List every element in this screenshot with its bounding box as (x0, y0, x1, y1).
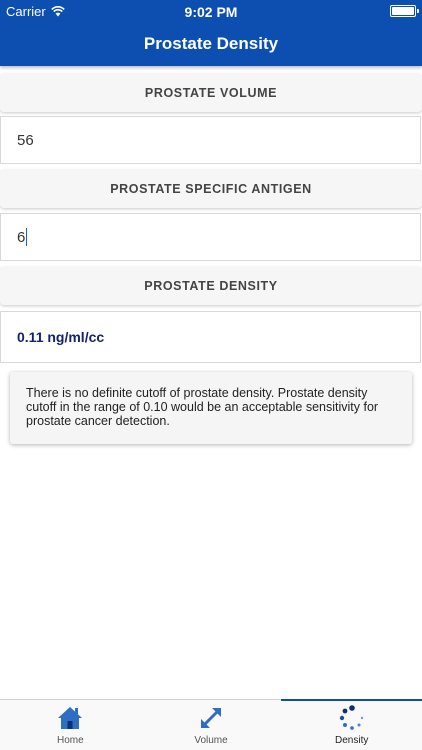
tab-density-label: Density (335, 735, 369, 746)
density-section-header: PROSTATE DENSITY (0, 267, 422, 305)
battery-icon (390, 5, 419, 17)
text-cursor (26, 228, 28, 246)
tab-density[interactable]: Density (281, 699, 422, 750)
psa-section-header: PROSTATE SPECIFIC ANTIGEN (0, 170, 422, 208)
expand-arrows-icon (201, 708, 221, 728)
dotted-spinner-icon (339, 705, 363, 730)
volume-section-header: PROSTATE VOLUME (0, 74, 422, 112)
active-tab-indicator (281, 699, 422, 701)
tab-home[interactable]: Home (0, 700, 141, 750)
volume-field[interactable] (0, 116, 421, 164)
psa-field[interactable]: 6 (0, 213, 421, 261)
density-result: 0.11 ng/ml/cc (0, 311, 421, 363)
tab-home-label: Home (56, 735, 84, 746)
status-bar: Carrier 9:02 PM (0, 0, 422, 22)
page-title: Prostate Density (143, 34, 279, 53)
psa-input[interactable]: 6 (17, 229, 25, 246)
home-icon (58, 707, 83, 729)
tab-bar: Home Volume Density (0, 699, 422, 750)
tab-volume-label: Volume (194, 735, 228, 746)
info-note: There is no definite cutoff of prostate … (10, 372, 412, 444)
volume-input[interactable] (17, 131, 420, 149)
status-time: 9:02 PM (184, 4, 238, 20)
tab-volume[interactable]: Volume (141, 700, 282, 750)
navigation-bar: Carrier 9:02 PM Prostate Density (0, 0, 422, 66)
